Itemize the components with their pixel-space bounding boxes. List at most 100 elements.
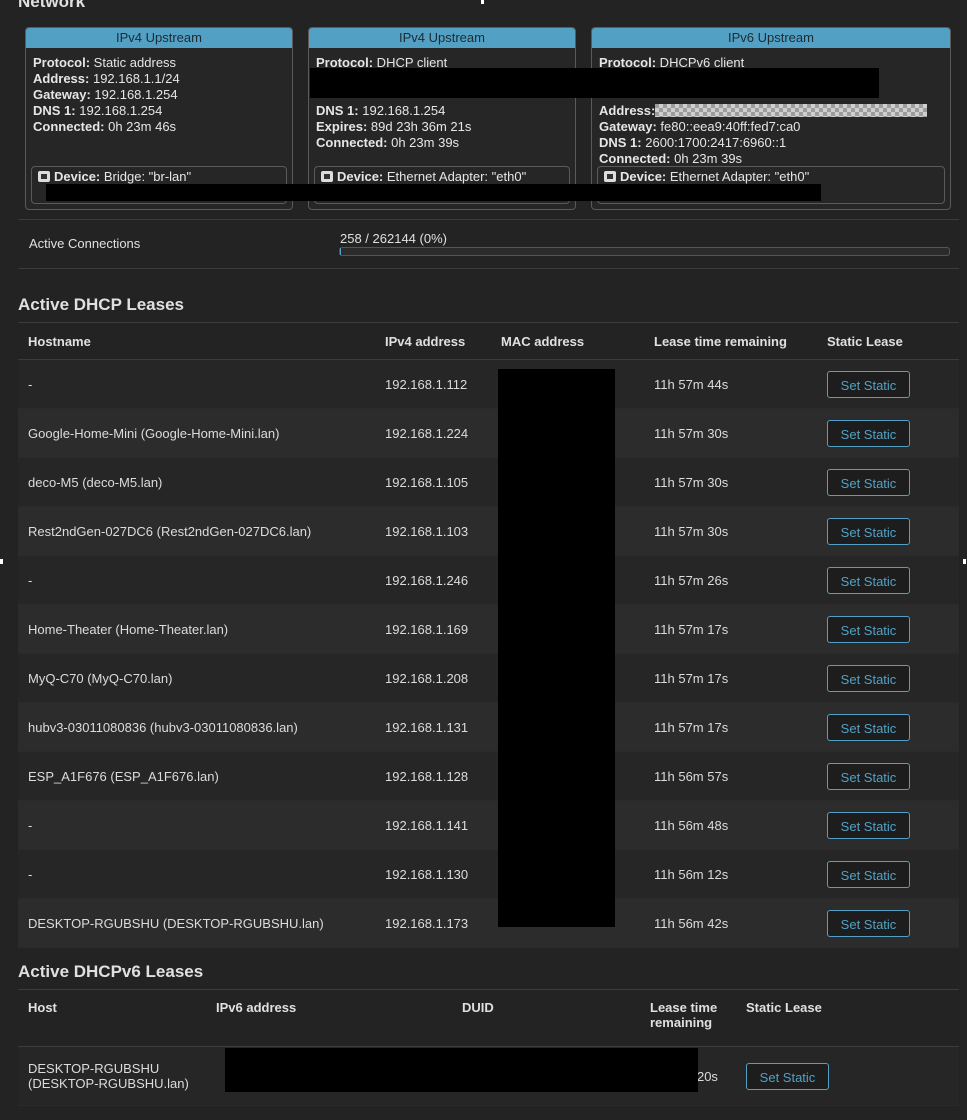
ipv4-cell: 192.168.1.173 (375, 898, 491, 948)
set-static-button[interactable]: Set Static (827, 566, 910, 594)
ipv4-cell: 192.168.1.130 (375, 849, 491, 899)
active-connections-label: Active Connections (29, 236, 141, 251)
edge-mark (963, 559, 966, 564)
connected-line: Connected: 0h 23m 39s (316, 135, 460, 150)
set-static-button[interactable]: Set Static (746, 1062, 829, 1090)
expires-line: Expires: 89d 23h 36m 21s (316, 119, 472, 134)
col-ipv6: IPv6 address (206, 989, 452, 1047)
static-cell: Set Static (817, 555, 959, 605)
ipv4-cell: 192.168.1.224 (375, 408, 491, 458)
set-static-button[interactable]: Set Static (827, 860, 910, 888)
set-static-button[interactable]: Set Static (827, 419, 910, 447)
active-connections-progress (339, 247, 950, 256)
ipv4-cell: 192.168.1.169 (375, 604, 491, 654)
edge-mark (0, 559, 3, 564)
divider (18, 219, 959, 220)
set-static-button[interactable]: Set Static (827, 370, 910, 398)
col-static: Static Lease (736, 989, 959, 1047)
connected-line: Connected: 0h 23m 39s (599, 151, 743, 166)
static-cell: Set Static (817, 702, 959, 752)
lease-cell: 11h 57m 26s (644, 555, 817, 605)
hostname-cell: - (18, 800, 375, 850)
gateway-line: Gateway: fe80::eea9:40ff:fed7:ca0 (599, 119, 801, 134)
col-lease: Lease time remaining (644, 322, 817, 360)
static-cell: Set Static (817, 751, 959, 801)
static-cell: Set Static (817, 408, 959, 458)
table-row: -192.168.1.112 11h 57m 44s Set Static (18, 359, 959, 409)
ipv4-cell: 192.168.1.112 (375, 359, 491, 409)
static-cell: Set Static (817, 898, 959, 948)
card-title: IPv6 Upstream (592, 28, 950, 48)
col-mac: MAC address (491, 322, 644, 360)
set-static-button[interactable]: Set Static (827, 909, 910, 937)
set-static-button[interactable]: Set Static (827, 517, 910, 545)
set-static-button[interactable]: Set Static (827, 762, 910, 790)
table-row: -192.168.1.141 11h 56m 48s Set Static (18, 800, 959, 850)
page-frame: Network IPv4 Upstream Protocol: Static a… (0, 0, 967, 1120)
ipv4-cell: 192.168.1.141 (375, 800, 491, 850)
dns-line: DNS 1: 2600:1700:2417:6960::1 (599, 135, 787, 150)
card-body: Protocol: DHCPv6 client Address: Gateway… (592, 48, 950, 167)
address-line: Address: (599, 103, 943, 119)
set-static-button[interactable]: Set Static (827, 811, 910, 839)
hostname-cell: - (18, 359, 375, 409)
card-title: IPv4 Upstream (309, 28, 575, 48)
table-row: DESKTOP-RGUBSHU (DESKTOP-RGUBSHU.lan) 192… (18, 898, 959, 948)
table-row: ESP_A1F676 (ESP_A1F676.lan) 192.168.1.128… (18, 751, 959, 801)
lease-cell: 11h 56m 57s (644, 751, 817, 801)
dhcp-leases-title: Active DHCP Leases (18, 295, 184, 314)
redaction-bar (498, 369, 615, 927)
redaction-bar (225, 1048, 698, 1092)
hostname-cell: deco-M5 (deco-M5.lan) (18, 457, 375, 507)
lease-cell: 11h 57m 44s (644, 359, 817, 409)
lease-cell: 11h 56m 42s (644, 898, 817, 948)
lease-cell: 11h 57m 17s (644, 702, 817, 752)
ipv4-cell: 192.168.1.246 (375, 555, 491, 605)
static-cell: Set Static (817, 359, 959, 409)
network-section-title: Network (18, 0, 86, 11)
col-lease: Lease time remaining (640, 989, 736, 1047)
hostname-cell: hubv3-03011080836 (hubv3-03011080836.lan… (18, 702, 375, 752)
table-row: deco-M5 (deco-M5.lan) 192.168.1.105 11h 57… (18, 457, 959, 507)
dhcp-leases-table: Hostname IPv4 address MAC address Lease … (18, 322, 959, 948)
set-static-button[interactable]: Set Static (827, 468, 910, 496)
ipv4-upstream-card-2: IPv4 Upstream Protocol: DHCP client DNS … (308, 27, 576, 210)
col-hostname: Hostname (18, 322, 375, 360)
table-row: -192.168.1.246 11h 57m 26s Set Static (18, 555, 959, 605)
edge-mark (481, 0, 484, 4)
redaction-bar (310, 68, 879, 98)
card-title: IPv4 Upstream (26, 28, 292, 48)
static-cell: Set Static (817, 800, 959, 850)
table-row: Google-Home-Mini (Google-Home-Mini.lan) 1… (18, 408, 959, 458)
ipv4-cell: 192.168.1.128 (375, 751, 491, 801)
lease-cell: 11h 57m 30s (644, 408, 817, 458)
lease-cell: 11h 56m 12s (644, 849, 817, 899)
table-row: -192.168.1.130 11h 56m 12s Set Static (18, 849, 959, 899)
hostname-cell: MyQ-C70 (MyQ-C70.lan) (18, 653, 375, 703)
table-row: Home-Theater (Home-Theater.lan) 192.168.1… (18, 604, 959, 654)
col-host: Host (18, 989, 206, 1047)
lease-cell: 11h 57m 30s (644, 457, 817, 507)
ipv4-cell: 192.168.1.105 (375, 457, 491, 507)
hostname-cell: - (18, 849, 375, 899)
set-static-button[interactable]: Set Static (827, 713, 910, 741)
lease-cell: 11h 57m 17s (644, 604, 817, 654)
hostname-cell: ESP_A1F676 (ESP_A1F676.lan) (18, 751, 375, 801)
set-static-button[interactable]: Set Static (827, 615, 910, 643)
ipv4-cell: 192.168.1.208 (375, 653, 491, 703)
ipv4-cell: 192.168.1.103 (375, 506, 491, 556)
lease-cell: 11h 57m 30s (644, 506, 817, 556)
table-row: Rest2ndGen-027DC6 (Rest2ndGen-027DC6.lan… (18, 506, 959, 556)
static-cell: Set Static (817, 604, 959, 654)
host-cell: DESKTOP-RGUBSHU (DESKTOP-RGUBSHU.lan) (18, 1046, 206, 1106)
static-cell: Set Static (736, 1046, 959, 1106)
dhcpv6-leases-title: Active DHCPv6 Leases (18, 962, 204, 981)
redaction-bar (46, 184, 821, 201)
network-port-icon (604, 171, 616, 182)
network-port-icon (321, 171, 333, 182)
set-static-button[interactable]: Set Static (827, 664, 910, 692)
col-duid: DUID (452, 989, 640, 1047)
progress-fill (340, 248, 341, 255)
lease-cell: 11h 57m 17s (644, 653, 817, 703)
ipv4-upstream-card-1: IPv4 Upstream Protocol: Static address A… (25, 27, 293, 210)
